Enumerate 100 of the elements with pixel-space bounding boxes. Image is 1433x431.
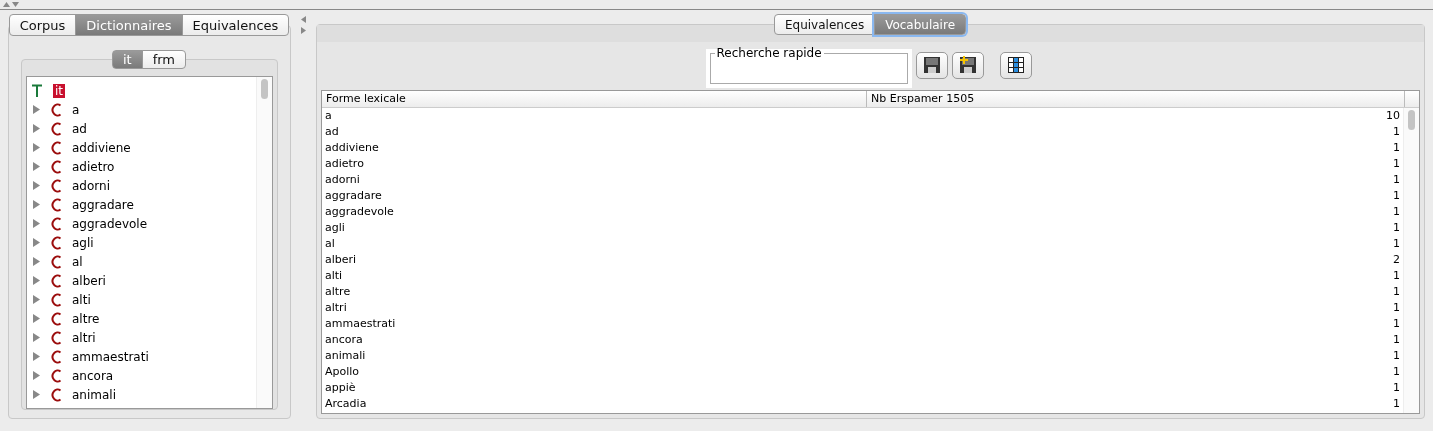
- table-cell-text: altri: [324, 300, 348, 316]
- scroll-thumb[interactable]: [1408, 110, 1415, 130]
- table-cell-text: 1: [1392, 204, 1401, 220]
- collapsed-icon[interactable]: [33, 162, 40, 171]
- tree-label: adietro: [72, 159, 115, 174]
- collapsed-icon[interactable]: [33, 276, 40, 285]
- collapsed-icon[interactable]: [33, 143, 40, 152]
- tree-item[interactable]: adorni: [31, 176, 256, 195]
- table-cell-text: al: [324, 236, 336, 252]
- tree-label: ancora: [72, 368, 114, 383]
- table-cell-text: 1: [1392, 124, 1401, 140]
- table-cell-text: 1: [1392, 268, 1401, 284]
- collapsed-icon[interactable]: [33, 105, 40, 114]
- collapsed-icon[interactable]: [33, 257, 40, 266]
- table-cell-text: 1: [1392, 380, 1401, 396]
- collapse-left-icon[interactable]: [300, 16, 307, 23]
- tree-item[interactable]: animali: [31, 385, 256, 404]
- table-cell-text: altre: [324, 284, 352, 300]
- tree-item[interactable]: altri: [31, 328, 256, 347]
- tree-label: al: [72, 254, 83, 269]
- collapsed-icon[interactable]: [33, 200, 40, 209]
- table-cell-text: ancora: [324, 332, 364, 348]
- collapsed-icon[interactable]: [33, 314, 40, 323]
- table-cell-text: addiviene: [324, 140, 380, 156]
- tree-label: a: [72, 102, 80, 117]
- table-cell-text: agli: [324, 220, 346, 236]
- collapsed-icon[interactable]: [33, 352, 40, 361]
- table-cell-text: 10: [1385, 108, 1401, 124]
- tree-item[interactable]: ancora: [31, 366, 256, 385]
- c-letter-icon: [50, 159, 62, 174]
- tree-item[interactable]: aggradare: [31, 195, 256, 214]
- table-cell-text: 1: [1392, 364, 1401, 380]
- c-letter-icon: [50, 273, 62, 288]
- table-cell-text: 1: [1392, 300, 1401, 316]
- view-tab[interactable]: Vocabulaire: [874, 14, 966, 35]
- c-letter-icon: [50, 254, 62, 269]
- save-button[interactable]: [915, 51, 948, 79]
- tree-item[interactable]: ad: [31, 119, 256, 138]
- panel-tab[interactable]: Equivalences: [181, 14, 290, 36]
- c-letter-icon: [50, 292, 62, 307]
- tree-item[interactable]: altre: [31, 309, 256, 328]
- table-cell-text: 1: [1392, 316, 1401, 332]
- collapsed-icon[interactable]: [33, 390, 40, 399]
- c-letter-icon: [50, 102, 62, 117]
- tree-label: ad: [72, 121, 87, 136]
- collapsed-icon[interactable]: [33, 238, 40, 247]
- table-cell-text: 1: [1392, 236, 1401, 252]
- tree-item[interactable]: alberi: [31, 271, 256, 290]
- collapsed-icon[interactable]: [33, 181, 40, 190]
- table-cell-text: 1: [1392, 156, 1401, 172]
- collapsed-icon[interactable]: [33, 333, 40, 342]
- table-cell-text: Apollo: [324, 364, 361, 380]
- tree-label: animali: [72, 387, 116, 402]
- table-cell-text: adorni: [324, 172, 361, 188]
- c-letter-icon: [50, 178, 62, 193]
- expand-right-icon[interactable]: [300, 27, 307, 34]
- tree-item[interactable]: al: [31, 252, 256, 271]
- table-cell-text: 1: [1392, 348, 1401, 364]
- collapsed-icon[interactable]: [33, 371, 40, 380]
- tree-item[interactable]: alti: [31, 290, 256, 309]
- table-cell-text: 1: [1392, 284, 1401, 300]
- column-header[interactable]: Forme lexicale: [322, 91, 867, 107]
- panel-tab[interactable]: Corpus: [8, 14, 77, 36]
- collapsed-icon[interactable]: [33, 219, 40, 228]
- c-letter-icon: [50, 330, 62, 345]
- tree-item[interactable]: aggradevole: [31, 214, 256, 233]
- c-letter-icon: [50, 349, 62, 364]
- column-header[interactable]: Nb Erspamer 1505: [867, 91, 1405, 107]
- c-letter-icon: [50, 368, 62, 383]
- c-letter-icon: [50, 311, 62, 326]
- c-letter-icon: [50, 121, 62, 136]
- table-cell-text: 1: [1392, 396, 1401, 412]
- table-cell-text: 1: [1392, 188, 1401, 204]
- table-cell-text: ammaestrati: [324, 316, 397, 332]
- table-cell-text: aggradevole: [324, 204, 395, 220]
- table-cell-text: alti: [324, 268, 344, 284]
- tree-label: alberi: [72, 273, 106, 288]
- collapse-up-icon[interactable]: [3, 1, 10, 8]
- tree-item[interactable]: a: [31, 100, 256, 119]
- table-cell-text: Arcadia: [324, 396, 368, 412]
- collapsed-icon[interactable]: [33, 295, 40, 304]
- tree-root[interactable]: it: [31, 81, 256, 100]
- tree-item[interactable]: addiviene: [31, 138, 256, 157]
- panel-tab[interactable]: Dictionnaires: [75, 14, 183, 36]
- tree-label: adorni: [72, 178, 110, 193]
- scroll-thumb[interactable]: [261, 79, 268, 99]
- tree-label: agli: [72, 235, 94, 250]
- language-tab[interactable]: frm: [141, 50, 187, 69]
- table-cell-text: 1: [1392, 140, 1401, 156]
- tree-item[interactable]: adietro: [31, 157, 256, 176]
- c-letter-icon: [50, 235, 62, 250]
- save-as-button[interactable]: [951, 51, 984, 79]
- tree-item[interactable]: ammaestrati: [31, 347, 256, 366]
- tree-item[interactable]: agli: [31, 233, 256, 252]
- c-letter-icon: [50, 197, 62, 212]
- collapsed-icon[interactable]: [33, 124, 40, 133]
- table-cell-text: 1: [1392, 172, 1401, 188]
- table-cell-text: a: [324, 108, 333, 124]
- columns-button[interactable]: [999, 51, 1032, 79]
- collapse-down-icon[interactable]: [12, 1, 19, 8]
